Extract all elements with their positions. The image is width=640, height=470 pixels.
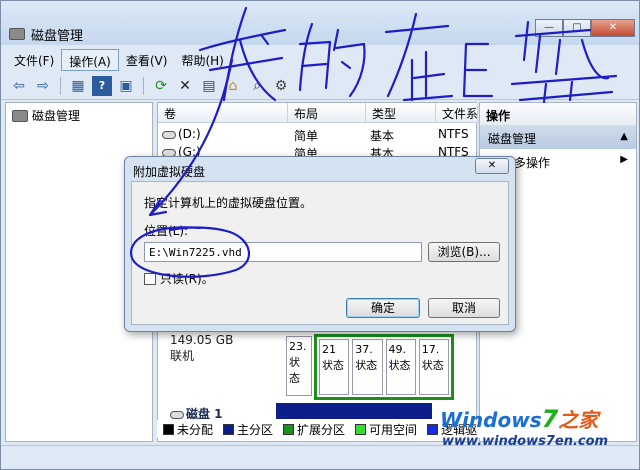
partition-status: 状态 <box>421 359 444 372</box>
disk-0-size: 149.05 GB <box>170 333 234 347</box>
toolbar: ⇦ ⇨ ▦ ? ▣ ⟳ ✕ ▤ ⌂ ⌕ ⚙ <box>1 72 639 100</box>
toolbar-separator <box>60 76 61 95</box>
legend-item-unallocated: 未分配 <box>163 421 213 438</box>
extended-partition[interactable]: 21 状态 37. 状态 49. 状态 17. 状态 <box>314 334 454 400</box>
partition-block[interactable]: 17. 状态 <box>418 339 449 395</box>
partition-status: 状态 <box>355 359 378 372</box>
menu-action[interactable]: 操作(A) <box>61 49 119 71</box>
window-title: 磁盘管理 <box>31 29 84 44</box>
forward-icon[interactable]: ⇨ <box>33 76 53 96</box>
collapse-caret-icon[interactable]: ▲ <box>620 131 628 142</box>
disk-0-status: 联机 <box>170 349 195 363</box>
partition-block[interactable]: 23. 状态 <box>286 336 312 396</box>
open-folder-icon[interactable]: ⌂ <box>223 76 243 96</box>
legend-item-logical: 逻辑驱 <box>427 421 477 438</box>
toolbar-separator <box>143 76 144 95</box>
legend-label: 未分配 <box>177 422 214 437</box>
volume-icon <box>162 130 176 139</box>
partition-status: 状态 <box>289 356 300 385</box>
legend-label: 扩展分区 <box>297 422 346 437</box>
partition-block[interactable]: 37. 状态 <box>352 339 383 395</box>
readonly-option[interactable]: 只读(R)。 <box>144 270 214 287</box>
disk-1-primary-partition[interactable] <box>276 403 432 419</box>
disk-icon <box>170 410 184 419</box>
actions-section-disk-management[interactable]: 磁盘管理 ▲ <box>480 125 636 149</box>
volume-fs: NTFS <box>438 127 469 141</box>
minimize-button[interactable]: — <box>535 19 563 37</box>
menu-help[interactable]: 帮助(H) <box>174 49 230 71</box>
partition-size: 17. <box>421 343 440 356</box>
status-bar <box>1 445 639 469</box>
legend-swatch <box>427 423 439 435</box>
search-icon[interactable]: ⌕ <box>247 76 267 96</box>
partition-legend: 未分配 主分区 扩展分区 可用空间 逻辑驱 <box>157 420 635 438</box>
attach-vhd-dialog: 附加虚拟硬盘 ✕ 指定计算机上的虚拟硬盘位置。 位置(L): E:\Win722… <box>124 156 516 332</box>
legend-label: 逻辑驱 <box>441 422 478 437</box>
legend-item-free-space: 可用空间 <box>355 421 417 438</box>
refresh-icon[interactable]: ⟳ <box>151 76 171 96</box>
volume-type: 基本 <box>370 129 395 143</box>
legend-item-primary: 主分区 <box>223 421 273 438</box>
actions-header: 操作 <box>480 103 636 125</box>
new-disk-icon[interactable]: ▤ <box>199 76 219 96</box>
disk-management-icon <box>12 109 28 122</box>
column-header-filesystem[interactable]: 文件系 <box>436 103 478 123</box>
partition-size: 21 <box>322 343 336 356</box>
dialog-title: 附加虚拟硬盘 <box>133 165 206 179</box>
readonly-label: 只读(R)。 <box>160 272 214 286</box>
dialog-close-button[interactable]: ✕ <box>475 158 509 174</box>
back-icon[interactable]: ⇦ <box>9 76 29 96</box>
partition-block[interactable]: 49. 状态 <box>385 339 416 395</box>
disk-0-info: 149.05 GB 联机 <box>170 332 233 364</box>
volume-name: (D:) <box>178 127 201 141</box>
dialog-instruction: 指定计算机上的虚拟硬盘位置。 <box>144 196 313 210</box>
legend-label: 可用空间 <box>369 422 418 437</box>
help-icon[interactable]: ? <box>92 75 112 96</box>
settings-icon[interactable]: ⚙ <box>271 76 291 96</box>
ok-button[interactable]: 确定 <box>346 298 420 318</box>
browse-button[interactable]: 浏览(B)... <box>428 242 500 262</box>
dialog-body: 指定计算机上的虚拟硬盘位置。 位置(L): E:\Win7225.vhd 浏览(… <box>131 181 509 325</box>
tree-item-label: 磁盘管理 <box>32 109 81 123</box>
close-button[interactable]: ✕ <box>591 19 635 37</box>
disk-0-row: 149.05 GB 联机 23. 状态 21 状态 37. 状态 49. 状态 17.… <box>162 328 472 400</box>
disk-management-icon <box>9 28 25 40</box>
partition-size: 49. <box>388 343 407 356</box>
legend-swatch <box>283 423 295 435</box>
menu-view[interactable]: 查看(V) <box>119 49 175 71</box>
submenu-arrow-icon: ▶ <box>620 154 628 165</box>
partition-size: 37. <box>355 343 373 356</box>
legend-swatch <box>355 423 367 435</box>
actions-section-label: 磁盘管理 <box>488 132 537 146</box>
properties-icon[interactable]: ▣ <box>116 76 136 96</box>
partition-block[interactable]: 21 状态 <box>319 339 350 395</box>
maximize-button[interactable]: □ <box>563 19 591 37</box>
partition-status: 状态 <box>388 359 411 372</box>
menu-bar: 文件(F) 操作(A) 查看(V) 帮助(H) <box>1 49 639 71</box>
menu-file[interactable]: 文件(F) <box>7 49 61 71</box>
partition-status: 状态 <box>322 359 344 372</box>
tree-item-disk-management[interactable]: 磁盘管理 <box>12 107 80 124</box>
table-row[interactable]: (D:) 简单 基本 NTFS <box>158 125 478 143</box>
cancel-button[interactable]: 取消 <box>428 298 500 318</box>
column-header-layout[interactable]: 布局 <box>288 103 366 123</box>
readonly-checkbox[interactable] <box>144 272 156 285</box>
legend-swatch <box>223 423 235 435</box>
legend-item-extended: 扩展分区 <box>283 421 345 438</box>
column-header-type[interactable]: 类型 <box>366 103 436 123</box>
volume-layout: 简单 <box>294 129 319 143</box>
delete-icon[interactable]: ✕ <box>175 76 195 96</box>
title-bar: 磁盘管理 — □ ✕ <box>1 1 639 45</box>
show-hide-tree-icon[interactable]: ▦ <box>68 76 88 96</box>
location-input[interactable]: E:\Win7225.vhd <box>144 242 422 262</box>
legend-swatch <box>163 423 174 435</box>
column-header-volume[interactable]: 卷 <box>158 103 288 123</box>
legend-label: 主分区 <box>237 422 274 437</box>
partition-size: 23. <box>289 340 307 353</box>
window-controls: — □ ✕ <box>535 19 635 37</box>
location-label: 位置(L): <box>144 224 189 238</box>
